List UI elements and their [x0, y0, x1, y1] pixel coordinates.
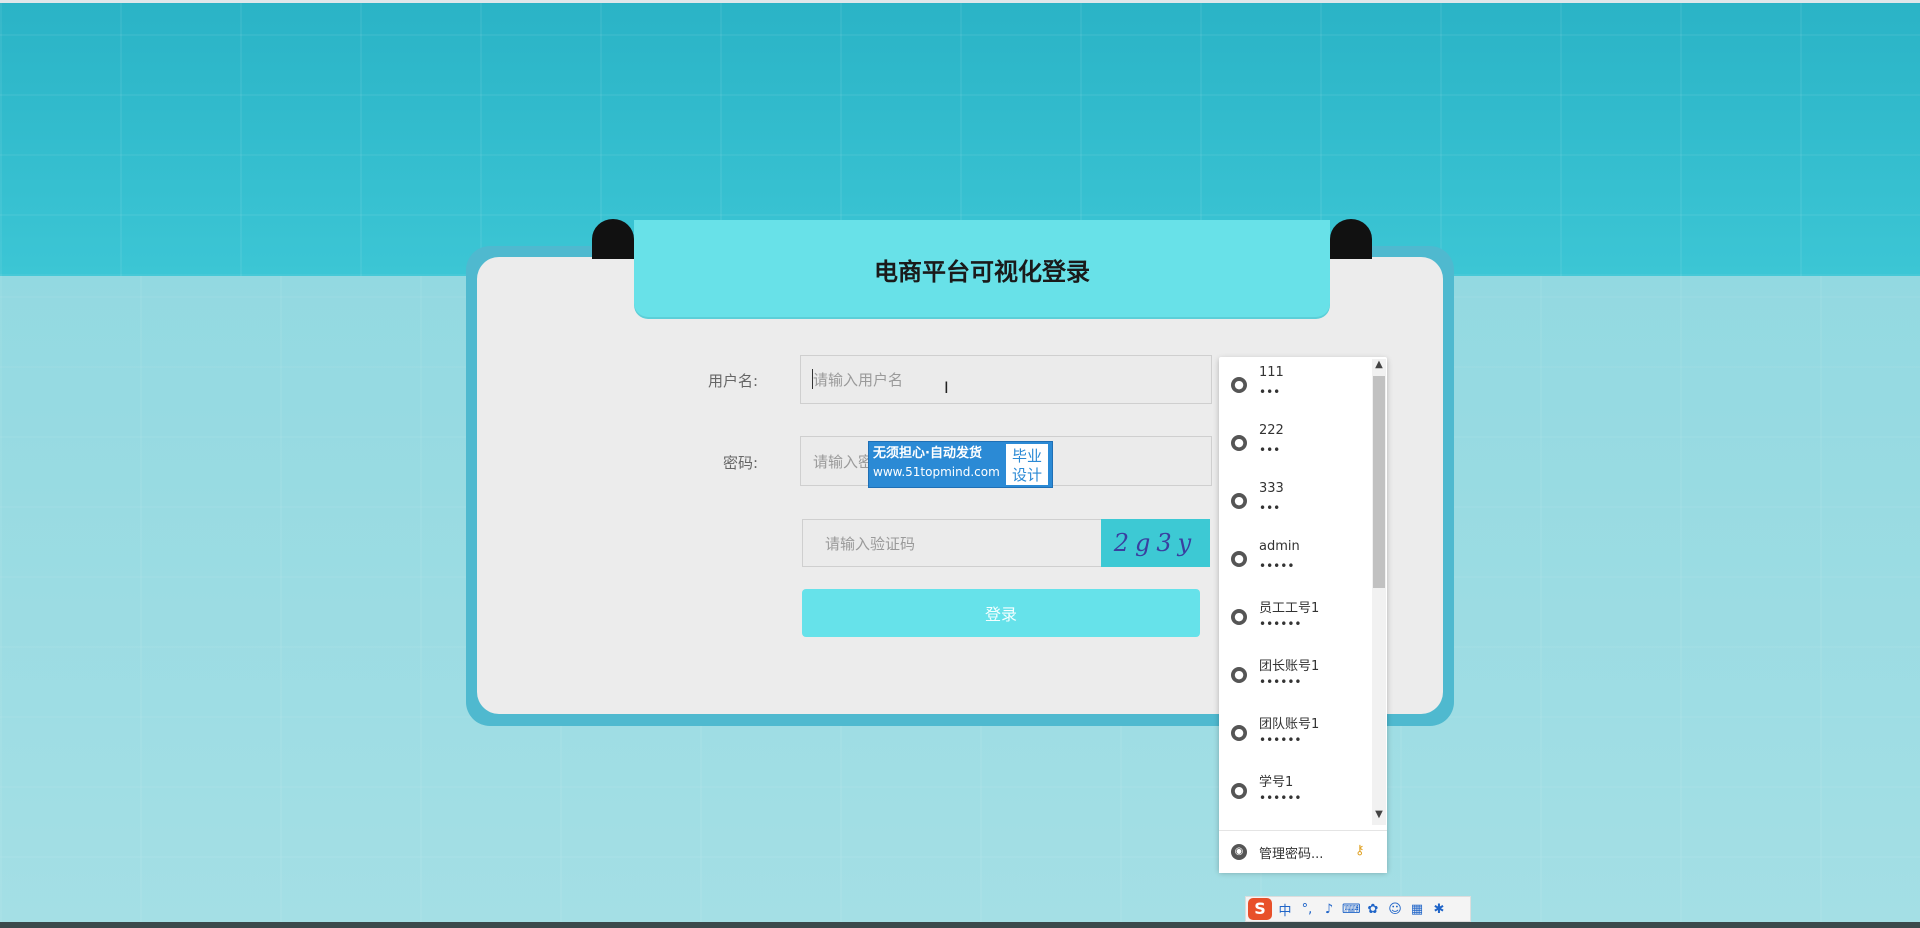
credential-item[interactable]: ● 学号1 •••••• — [1219, 765, 1369, 823]
top-border — [0, 0, 1920, 3]
captcha-input[interactable]: 请输入验证码 — [802, 519, 1102, 567]
username-label: 用户名: — [707, 372, 758, 390]
password-placeholder: 请输入密 — [813, 452, 874, 471]
credential-username: 团长账号1 — [1259, 659, 1320, 674]
password-label: 密码: — [722, 454, 758, 472]
watermark-line1: 无须担心·自动发货 — [873, 446, 982, 461]
watermark-url: www.51topmind.com — [873, 465, 1000, 479]
watermark-banner: 无须担心·自动发货 www.51topmind.com 毕业 设计 — [868, 441, 1053, 488]
username-input[interactable]: 请输入用户名 — [800, 355, 1212, 404]
chrome-icon: ◉ — [1231, 844, 1247, 860]
manage-passwords-label: 管理密码... — [1259, 847, 1324, 862]
username-placeholder: 请输入用户名 — [813, 371, 904, 389]
credential-item[interactable]: ● 团队账号1 •••••• — [1219, 707, 1369, 765]
watermark-badge: 毕业 设计 — [1004, 442, 1050, 487]
page-title: 电商平台可视化登录 — [874, 258, 1090, 286]
skin-icon[interactable]: ✿ — [1364, 902, 1382, 917]
punctuation-icon[interactable]: °, — [1298, 902, 1316, 917]
taskbar-edge — [0, 922, 1920, 928]
credential-password-mask: ••• — [1259, 501, 1281, 515]
ibeam-cursor-icon: I — [944, 378, 949, 397]
credential-username: 222 — [1259, 423, 1284, 438]
captcha-placeholder: 请输入验证码 — [825, 534, 916, 553]
credential-username: 333 — [1259, 481, 1284, 496]
text-caret — [812, 369, 813, 389]
credential-password-mask: ••• — [1259, 443, 1281, 457]
saved-credentials-list: ● 111 ••• ● 222 ••• ● 333 ••• ● admin ••… — [1219, 357, 1369, 823]
key-icon: ⚷ — [1355, 843, 1365, 858]
microphone-icon[interactable]: ♪ — [1320, 902, 1338, 917]
credential-username: 学号1 — [1259, 775, 1294, 790]
credential-password-mask: •••••• — [1259, 733, 1302, 747]
scroll-down-icon[interactable]: ▼ — [1373, 809, 1385, 820]
globe-icon: ● — [1231, 435, 1247, 451]
credential-password-mask: •••••• — [1259, 617, 1302, 631]
sogou-logo-icon[interactable]: S — [1248, 898, 1272, 920]
login-button[interactable]: 登录 — [802, 589, 1200, 637]
globe-icon: ● — [1231, 783, 1247, 799]
card-knob-left — [592, 219, 634, 259]
credential-item[interactable]: ● 333 ••• — [1219, 475, 1369, 533]
scroll-up-icon[interactable]: ▲ — [1373, 359, 1385, 370]
credential-item[interactable]: ● 团长账号1 •••••• — [1219, 649, 1369, 707]
title-banner: 电商平台可视化登录 — [634, 220, 1330, 317]
credential-item[interactable]: ● 员工工号1 •••••• — [1219, 591, 1369, 649]
manage-passwords-row[interactable]: ◉ 管理密码... ⚷ — [1219, 830, 1387, 873]
settings-icon[interactable]: ✱ — [1430, 902, 1448, 917]
credential-password-mask: •••••• — [1259, 675, 1302, 689]
card-knob-right — [1330, 219, 1372, 259]
input-mode-toggle[interactable]: 中 — [1276, 900, 1294, 919]
credential-username: 111 — [1259, 365, 1284, 380]
globe-icon: ● — [1231, 551, 1247, 567]
ime-toolbar: S 中 °, ♪ ⌨ ✿ ☺ ▦ ✱ — [1245, 896, 1471, 922]
keyboard-icon[interactable]: ⌨ — [1342, 902, 1361, 917]
globe-icon: ● — [1231, 377, 1247, 393]
grid-icon[interactable]: ▦ — [1408, 902, 1426, 917]
globe-icon: ● — [1231, 609, 1247, 625]
captcha-image[interactable]: 2g3y — [1101, 519, 1210, 567]
credential-username: 员工工号1 — [1259, 601, 1320, 616]
credential-username: admin — [1259, 539, 1300, 554]
credential-username: 团队账号1 — [1259, 717, 1320, 732]
globe-icon: ● — [1231, 493, 1247, 509]
watermark-badge-top: 毕业 — [1011, 447, 1042, 465]
password-autofill-dropdown: ● 111 ••• ● 222 ••• ● 333 ••• ● admin ••… — [1219, 357, 1387, 871]
robot-icon[interactable]: ☺ — [1386, 902, 1404, 917]
credential-item[interactable]: ● 111 ••• — [1219, 359, 1369, 417]
credential-password-mask: •••••• — [1259, 791, 1302, 805]
credential-item[interactable]: ● admin ••••• — [1219, 533, 1369, 591]
globe-icon: ● — [1231, 667, 1247, 683]
credential-item[interactable]: ● 222 ••• — [1219, 417, 1369, 475]
credential-password-mask: ••• — [1259, 385, 1281, 399]
dropdown-scrollbar-thumb[interactable] — [1373, 376, 1385, 588]
globe-icon: ● — [1231, 725, 1247, 741]
watermark-badge-bottom: 设计 — [1011, 466, 1042, 484]
credential-password-mask: ••••• — [1259, 559, 1295, 573]
